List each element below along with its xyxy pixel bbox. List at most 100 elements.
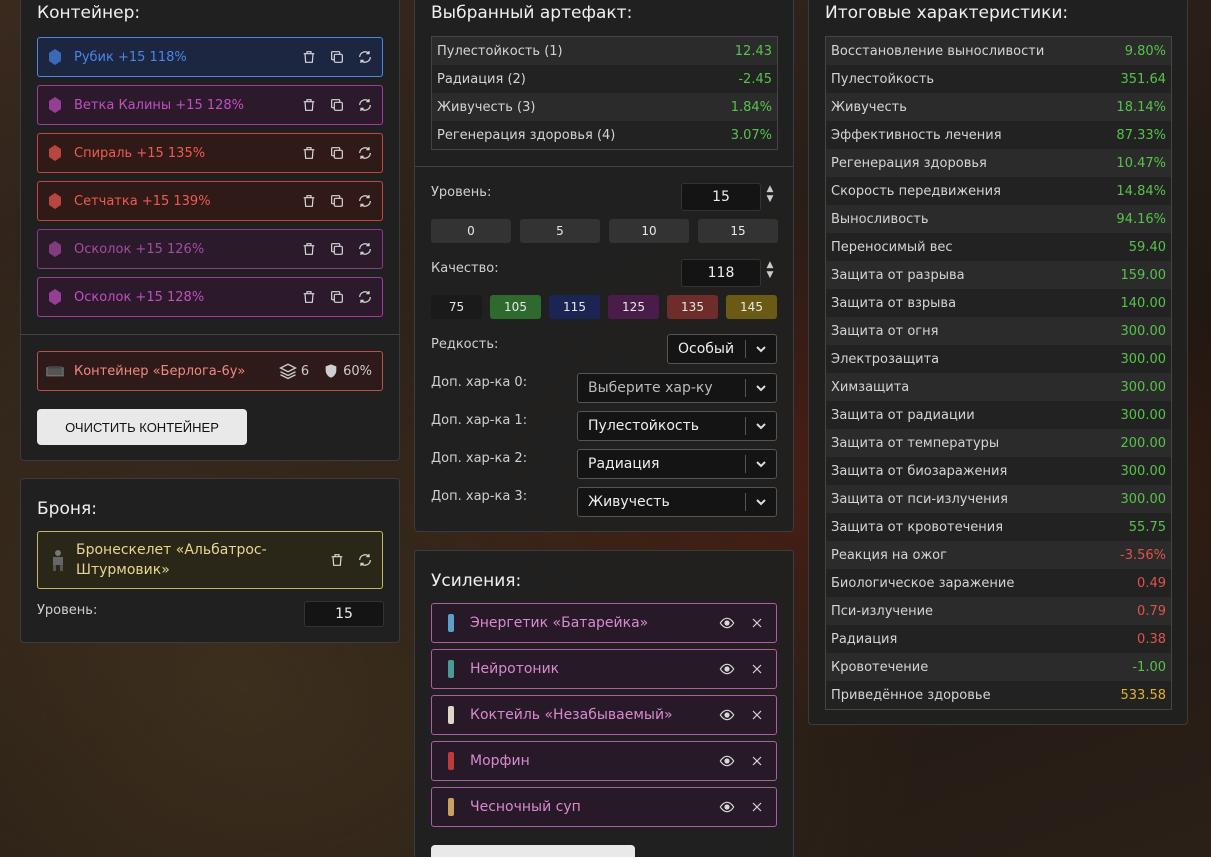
quality-preset-button[interactable]: 105 xyxy=(490,295,541,319)
container-box-name: Контейнер «Берлога-6у» xyxy=(74,363,246,379)
stat-label: Регенерация здоровья xyxy=(831,155,987,171)
chevron-down-icon xyxy=(746,458,776,470)
artifact-slot[interactable]: Рубик +15 118% xyxy=(37,37,383,77)
replace-icon[interactable] xyxy=(356,144,374,162)
copy-icon[interactable] xyxy=(328,288,346,306)
chevron-down-icon xyxy=(746,496,776,508)
level-stepper[interactable]: ▲ ▼ xyxy=(765,184,775,204)
delete-icon[interactable] xyxy=(328,551,346,569)
armor-name: Бронескелет «Альбатрос-Штурмовик» xyxy=(76,542,267,578)
boost-item[interactable]: Чесночный суп xyxy=(431,787,777,827)
quality-preset-button[interactable]: 125 xyxy=(608,295,659,319)
level-preset-button[interactable]: 10 xyxy=(609,219,689,243)
armor-level-input[interactable]: 15 xyxy=(304,601,384,627)
stat-label: Защита от радиации xyxy=(831,407,975,423)
layers-icon xyxy=(278,363,297,380)
stat-value: 159.00 xyxy=(1120,267,1167,283)
delete-icon[interactable] xyxy=(300,288,318,306)
delete-icon[interactable] xyxy=(300,144,318,162)
stat-row: Живучесть (3) 1.84% xyxy=(432,93,777,121)
armor-item[interactable]: Бронескелет «Альбатрос-Штурмовик» xyxy=(37,531,383,589)
stat-row: Живучесть 18.14% xyxy=(826,93,1171,121)
energy-drink-icon xyxy=(442,611,460,635)
artifact-slot[interactable]: Спираль +15 135% xyxy=(37,133,383,173)
level-preset-button[interactable]: 15 xyxy=(698,219,778,243)
artifact-slot[interactable]: Осколок +15 128% xyxy=(37,277,383,317)
clear-container-button[interactable]: ОЧИСТИТЬ КОНТЕЙНЕР xyxy=(37,409,247,445)
stat-value: 351.64 xyxy=(1120,71,1167,87)
close-icon[interactable] xyxy=(748,660,766,678)
artifact-name: Осколок +15 126% xyxy=(74,241,205,257)
copy-icon[interactable] xyxy=(328,144,346,162)
eye-icon[interactable] xyxy=(718,752,736,770)
close-icon[interactable] xyxy=(748,752,766,770)
armor-level-label: Уровень: xyxy=(37,603,98,618)
delete-icon[interactable] xyxy=(300,192,318,210)
stat-row: Радиация 0.38 xyxy=(826,625,1171,653)
eye-icon[interactable] xyxy=(718,614,736,632)
level-preset-button[interactable]: 0 xyxy=(431,219,511,243)
syringe-icon xyxy=(442,749,460,773)
boost-name: Нейротоник xyxy=(470,661,560,677)
extra-stat-value: Пулестойкость xyxy=(588,418,700,434)
stat-row: Химзащита 300.00 xyxy=(826,373,1171,401)
extra-stat-select[interactable]: Пулестойкость xyxy=(577,411,777,441)
artifact-slot[interactable]: Ветка Калины +15 128% xyxy=(37,85,383,125)
extra-stat-select[interactable]: Выберите хар-ку xyxy=(577,373,777,403)
add-boost-button[interactable] xyxy=(431,845,635,857)
replace-icon[interactable] xyxy=(356,288,374,306)
artifact-slot[interactable]: Сетчатка +15 139% xyxy=(37,181,383,221)
stat-value: 12.43 xyxy=(734,43,772,59)
close-icon[interactable] xyxy=(748,798,766,816)
replace-icon[interactable] xyxy=(356,240,374,258)
stat-row: Защита от огня 300.00 xyxy=(826,317,1171,345)
quality-input[interactable]: 118 xyxy=(681,259,761,287)
copy-icon[interactable] xyxy=(328,192,346,210)
boost-item[interactable]: Морфин xyxy=(431,741,777,781)
rarity-label: Редкость: xyxy=(431,337,499,352)
extra-stat-value: Живучесть xyxy=(588,494,670,510)
stat-label: Защита от огня xyxy=(831,323,939,339)
quality-preset-button[interactable]: 145 xyxy=(726,295,777,319)
summary-stats-table: Восстановление выносливости 9.80% Пулестой… xyxy=(825,36,1172,710)
stat-label: Защита от биозаражения xyxy=(831,463,1008,479)
replace-icon[interactable] xyxy=(356,48,374,66)
extra-stat-label: Доп. хар-ка 3: xyxy=(431,489,528,504)
boost-item[interactable]: Нейротоник xyxy=(431,649,777,689)
stat-value: 59.40 xyxy=(1128,239,1166,255)
stat-value: 300.00 xyxy=(1120,491,1167,507)
stat-row: Реакция на ожог -3.56% xyxy=(826,541,1171,569)
divider xyxy=(415,166,793,167)
boost-item[interactable]: Коктейль «Незабываемый» xyxy=(431,695,777,735)
artifact-name: Ветка Калины +15 128% xyxy=(74,97,245,113)
close-icon[interactable] xyxy=(748,614,766,632)
extra-stat-select[interactable]: Живучесть xyxy=(577,487,777,517)
quality-preset-button[interactable]: 115 xyxy=(549,295,600,319)
close-icon[interactable] xyxy=(748,706,766,724)
quality-stepper[interactable]: ▲ ▼ xyxy=(765,260,775,280)
boost-item[interactable]: Энергетик «Батарейка» xyxy=(431,603,777,643)
quality-preset-button[interactable]: 75 xyxy=(431,295,482,319)
eye-icon[interactable] xyxy=(718,706,736,724)
copy-icon[interactable] xyxy=(328,240,346,258)
artifact-slot[interactable]: Осколок +15 126% xyxy=(37,229,383,269)
eye-icon[interactable] xyxy=(718,798,736,816)
delete-icon[interactable] xyxy=(300,48,318,66)
copy-icon[interactable] xyxy=(328,96,346,114)
level-input[interactable]: 15 xyxy=(681,183,761,211)
stat-value: 0.79 xyxy=(1137,603,1166,619)
replace-icon[interactable] xyxy=(356,551,374,569)
replace-icon[interactable] xyxy=(356,192,374,210)
level-label: Уровень: xyxy=(431,185,492,200)
delete-icon[interactable] xyxy=(300,96,318,114)
eye-icon[interactable] xyxy=(718,660,736,678)
quality-preset-button[interactable]: 135 xyxy=(667,295,718,319)
stat-row: Переносимый вес 59.40 xyxy=(826,233,1171,261)
level-preset-button[interactable]: 5 xyxy=(520,219,600,243)
extra-stat-select[interactable]: Радиация xyxy=(577,449,777,479)
rarity-select[interactable]: Особый xyxy=(667,334,777,364)
copy-icon[interactable] xyxy=(328,48,346,66)
container-box[interactable]: Контейнер «Берлога-6у» 6 60% xyxy=(37,351,383,391)
replace-icon[interactable] xyxy=(356,96,374,114)
delete-icon[interactable] xyxy=(300,240,318,258)
